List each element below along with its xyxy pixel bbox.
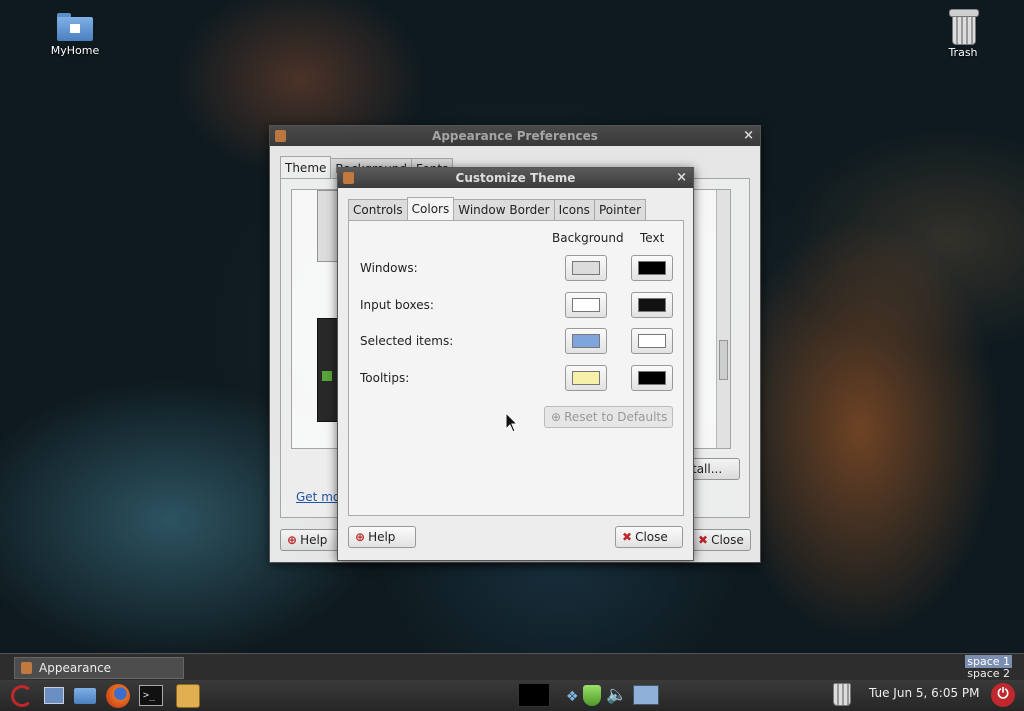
color-swatch: [572, 298, 600, 312]
power-icon[interactable]: ⏻: [991, 683, 1015, 707]
desktop-icon-label: MyHome: [50, 44, 100, 57]
tab-colors[interactable]: Colors: [406, 197, 455, 220]
app-icon: [21, 662, 32, 674]
column-header-background: Background: [552, 231, 624, 245]
color-swatch: [638, 261, 666, 275]
input-boxes-text-color-button[interactable]: [631, 292, 673, 318]
close-button[interactable]: ✖ Close: [615, 526, 683, 548]
color-swatch: [638, 334, 666, 348]
row-label-selected-items: Selected items:: [360, 334, 454, 348]
volume-icon[interactable]: 🔈: [606, 685, 627, 705]
show-desktop-icon[interactable]: [44, 687, 64, 704]
close-icon: ✖: [622, 530, 633, 544]
color-swatch: [638, 371, 666, 385]
firefox-icon[interactable]: [106, 684, 130, 708]
window-title: Customize Theme: [455, 171, 576, 185]
network-icon[interactable]: [633, 685, 659, 705]
color-swatch: [572, 261, 600, 275]
close-button[interactable]: ✖ Close: [691, 529, 751, 551]
taskbar-window-list: Appearance Preferences space 1 space 2: [0, 653, 1024, 695]
color-swatch: [572, 334, 600, 348]
tab-theme[interactable]: Theme: [280, 156, 332, 179]
reset-to-defaults-button[interactable]: ⊕ Reset to Defaults: [544, 406, 673, 428]
help-icon: ⊕: [287, 533, 298, 547]
app-icon: [275, 130, 286, 142]
minimized-window-thumbnail[interactable]: [518, 683, 550, 707]
desktop-icon-trash[interactable]: Trash: [923, 9, 1003, 59]
customize-titlebar[interactable]: Customize Theme ×: [338, 168, 693, 188]
color-swatch: [572, 371, 600, 385]
home-folder-icon: [57, 13, 93, 41]
file-manager-icon[interactable]: [74, 688, 96, 704]
selected-items-background-color-button[interactable]: [565, 328, 607, 354]
clock[interactable]: Tue Jun 5, 6:05 PM: [869, 686, 980, 700]
input-boxes-background-color-button[interactable]: [565, 292, 607, 318]
get-more-link[interactable]: Get mo: [296, 490, 340, 504]
close-icon: ✖: [698, 533, 709, 547]
tab-controls[interactable]: Controls: [348, 199, 408, 220]
column-header-text: Text: [640, 231, 665, 245]
row-label-tooltips: Tooltips:: [360, 371, 410, 385]
close-icon[interactable]: ×: [676, 168, 687, 188]
trash-icon: [949, 9, 979, 45]
tab-icons[interactable]: Icons: [553, 199, 595, 220]
row-label-input-boxes: Input boxes:: [360, 298, 434, 312]
reset-icon: ⊕: [551, 410, 562, 424]
row-label-windows: Windows:: [360, 261, 418, 275]
desktop-icon-myhome[interactable]: MyHome: [35, 13, 115, 57]
package-icon[interactable]: [176, 684, 200, 708]
scrollbar[interactable]: [716, 190, 730, 448]
customize-theme-window: Customize Theme × Controls Colors Window…: [337, 167, 694, 561]
desktop-icon-label: Trash: [948, 46, 978, 59]
close-icon[interactable]: ×: [743, 126, 754, 146]
mouse-pointer-icon: [505, 412, 519, 433]
task-button-appearance-preferences[interactable]: Appearance Preferences: [14, 657, 184, 695]
colors-panel: Background Text Windows: Input boxes: Se…: [348, 220, 684, 516]
trash-icon[interactable]: [833, 683, 851, 706]
help-icon: ⊕: [355, 530, 366, 544]
dropbox-icon[interactable]: ❖: [566, 689, 579, 705]
windows-background-color-button[interactable]: [565, 255, 607, 281]
tooltips-text-color-button[interactable]: [631, 365, 673, 391]
appearance-titlebar[interactable]: Appearance Preferences ×: [270, 126, 760, 146]
workspace-2[interactable]: space 2: [965, 667, 1012, 680]
selected-items-text-color-button[interactable]: [631, 328, 673, 354]
terminal-icon[interactable]: >_: [139, 685, 163, 706]
app-icon: [343, 172, 354, 184]
windows-text-color-button[interactable]: [631, 255, 673, 281]
tab-pointer[interactable]: Pointer: [593, 199, 647, 220]
menu-icon[interactable]: [11, 685, 33, 707]
help-button[interactable]: ⊕ Help: [280, 529, 340, 551]
tooltips-background-color-button[interactable]: [565, 365, 607, 391]
tab-window-border[interactable]: Window Border: [453, 199, 555, 220]
color-swatch: [638, 298, 666, 312]
window-title: Appearance Preferences: [432, 129, 598, 143]
shield-icon[interactable]: [583, 685, 601, 706]
help-button[interactable]: ⊕ Help: [348, 526, 416, 548]
